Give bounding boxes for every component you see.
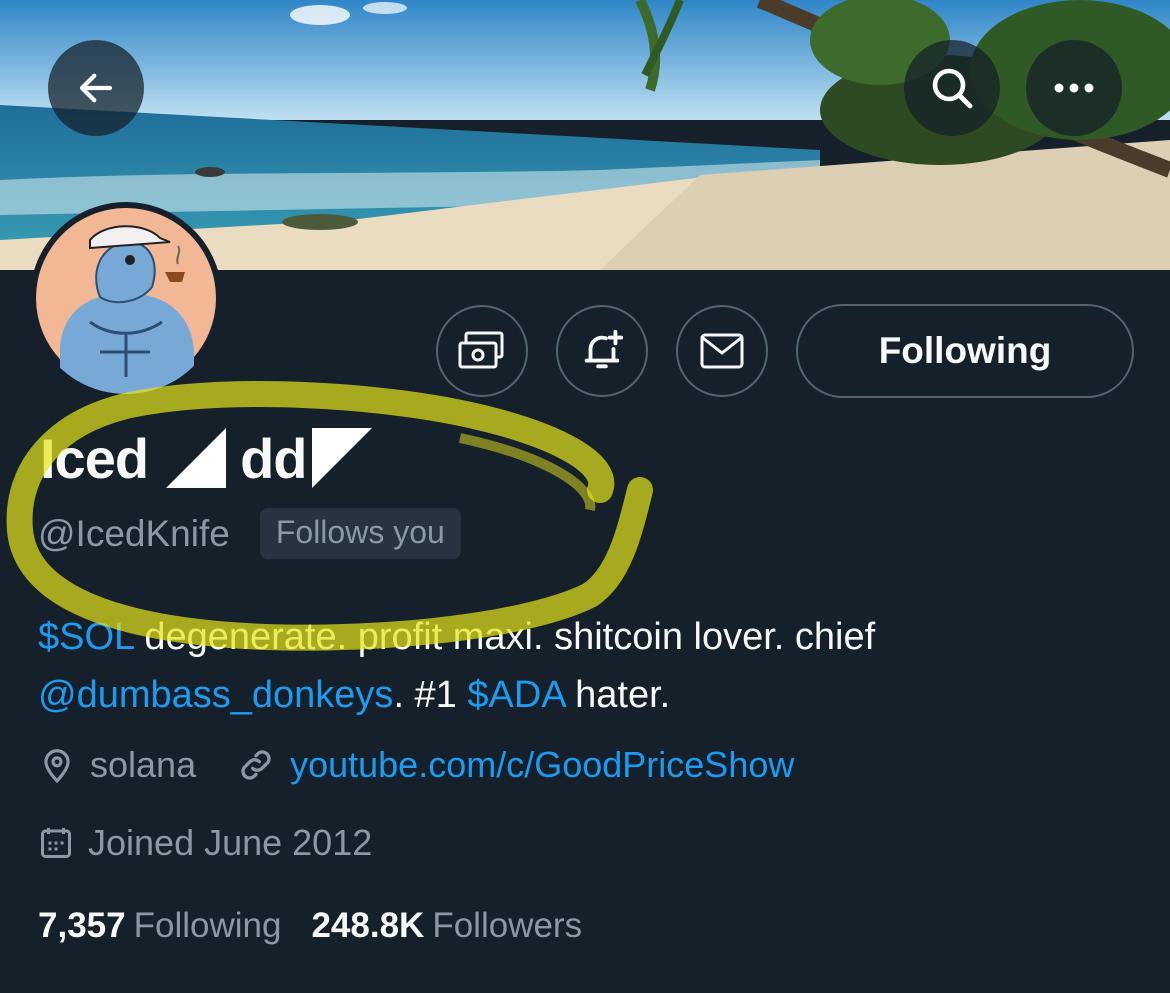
tip-button[interactable] [436,305,528,397]
followers-label: Followers [432,906,583,945]
link-icon [241,750,271,780]
calendar-icon [41,828,71,858]
display-name-part1: Iced [40,426,149,490]
bell-plus-icon [584,329,624,369]
follows-you-badge: Follows you [259,508,461,559]
location-pin-icon [44,749,70,784]
following-button[interactable]: Following [796,304,1134,398]
bio-text: degenerate. profit maxi. shitcoin lover.… [133,616,876,658]
more-options-button[interactable] [1026,40,1122,136]
display-name: Iced dd [40,425,386,491]
bio-text: . #1 [393,674,468,716]
triangle-flag-icon [312,428,373,488]
mention-link[interactable]: @dumbass_donkeys [38,674,393,716]
bio-text: hater. [564,674,671,716]
following-count: 7,357 [38,906,126,945]
back-button[interactable] [48,40,144,136]
money-icon [458,331,504,369]
followers-count: 248.8K [311,906,425,945]
avatar[interactable] [30,202,222,394]
arrow-left-icon [79,73,113,103]
search-button[interactable] [904,40,1000,136]
search-icon [932,68,973,109]
message-button[interactable] [676,305,768,397]
more-icon [1054,83,1094,93]
cashtag-sol[interactable]: $SOL [38,616,134,658]
following-stat[interactable]: 7,357 Following [38,906,281,946]
cashtag-ada[interactable]: $ADA [467,674,564,716]
website-link[interactable]: youtube.com/c/GoodPriceShow [290,744,794,786]
envelope-icon [700,333,744,369]
followers-stat[interactable]: 248.8K Followers [311,906,582,946]
follow-stats: 7,357 Following 248.8K Followers [38,906,582,946]
joined-date: Joined June 2012 [88,822,373,863]
display-name-part2: dd [240,426,307,490]
bio: $SOL degenerate. profit maxi. shitcoin l… [38,608,1138,724]
following-label: Following [133,906,282,945]
notifications-button[interactable] [556,305,648,397]
triangle-flag-icon [166,428,227,488]
location: solana [90,744,197,785]
username: @IcedKnife [38,512,230,554]
